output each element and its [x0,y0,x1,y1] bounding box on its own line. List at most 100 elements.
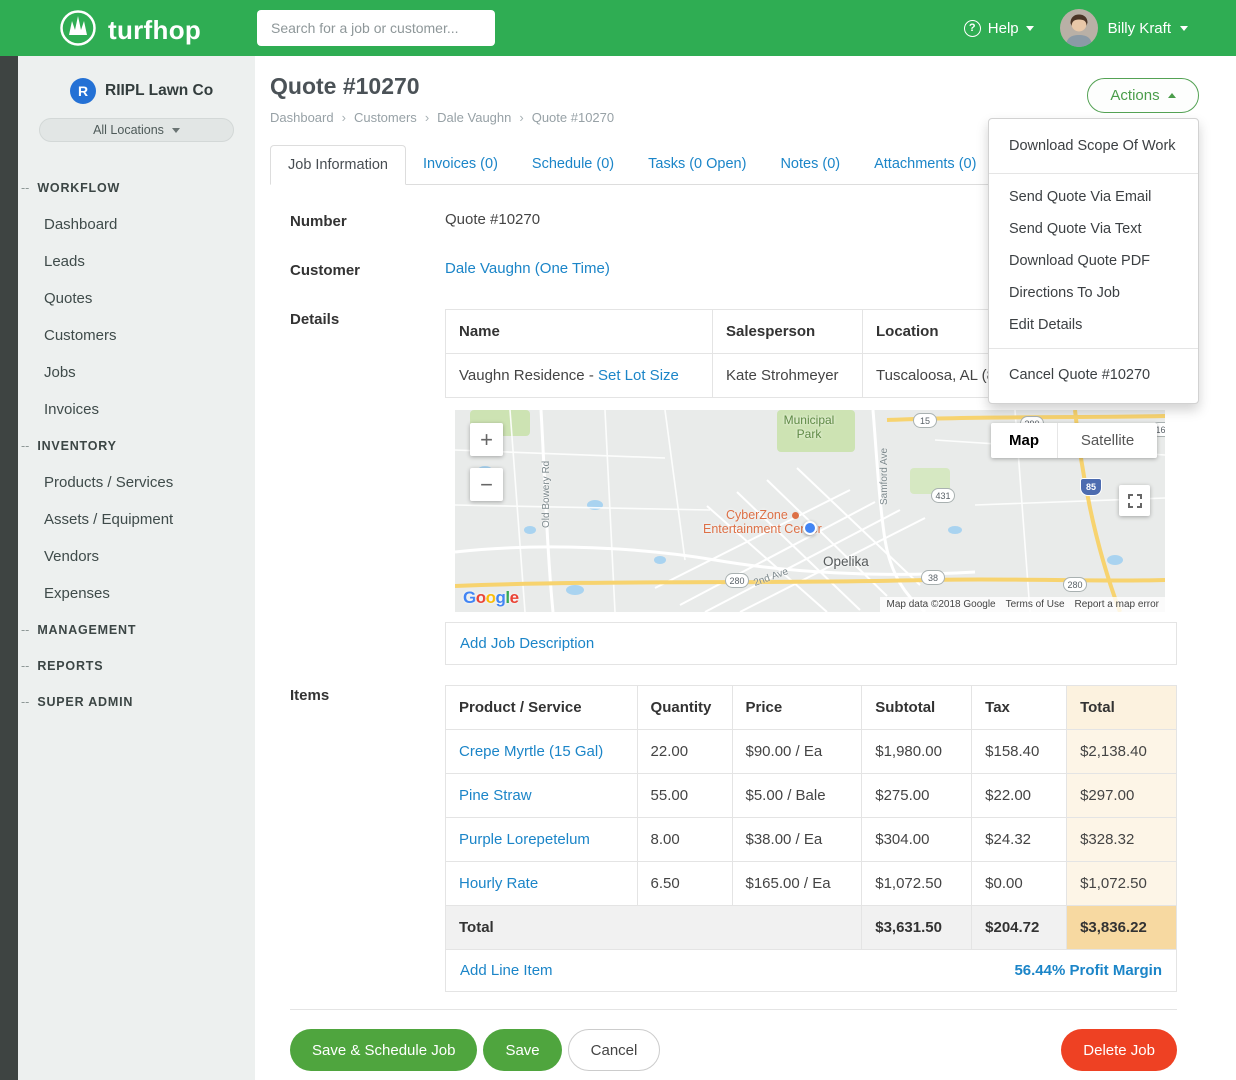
sidebar: R RIIPL Lawn Co All Locations WORKFLOW D… [0,56,255,1080]
caret-up-icon [1168,93,1176,98]
sidebar-item-quotes[interactable]: Quotes [0,280,255,317]
sidebar-nav: WORKFLOW Dashboard Leads Quotes Customer… [0,170,255,720]
main-content: Quote #10270 Dashboard Customers Dale Va… [255,56,1236,1080]
help-menu[interactable]: ? Help [964,20,1034,37]
sidebar-item-assets-equipment[interactable]: Assets / Equipment [0,501,255,538]
menu-item-download-quote-pdf[interactable]: Download Quote PDF [989,245,1198,277]
user-menu[interactable]: Billy Kraft [1108,20,1188,37]
tab-job-information[interactable]: Job Information [270,145,406,185]
save-schedule-job-button[interactable]: Save & Schedule Job [290,1029,477,1071]
save-button[interactable]: Save [483,1029,561,1071]
satellite-view-button[interactable]: Satellite [1057,423,1157,458]
total-subtotal-cell: $3,631.50 [862,906,972,950]
sidebar-item-customers[interactable]: Customers [0,317,255,354]
items-header-quantity: Quantity [637,686,732,730]
map-widget: Municipal Park CyberZone Entertainment C… [455,410,1165,612]
add-job-description-link[interactable]: Add Job Description [460,635,594,652]
map-location-marker[interactable] [803,521,817,535]
breadcrumb-dashboard[interactable]: Dashboard [270,110,334,125]
locations-selector[interactable]: All Locations [39,118,234,142]
sidebar-section-management[interactable]: MANAGEMENT [0,612,255,648]
tab-tasks[interactable]: Tasks (0 Open) [631,145,763,185]
sidebar-section-workflow[interactable]: WORKFLOW [0,170,255,206]
product-link[interactable]: Hourly Rate [459,875,538,892]
menu-item-send-quote-email[interactable]: Send Quote Via Email [989,181,1198,213]
price-cell: $5.00 / Bale [732,774,862,818]
report-map-error-link[interactable]: Report a map error [1075,599,1159,610]
route-shield-38: 38 [921,570,945,585]
items-header-tax: Tax [972,686,1067,730]
product-link[interactable]: Pine Straw [459,787,532,804]
sidebar-item-dashboard[interactable]: Dashboard [0,206,255,243]
items-total-row: Total $3,631.50 $204.72 $3,836.22 [446,906,1177,950]
tax-cell: $158.40 [972,730,1067,774]
poi-dot-icon [792,512,799,519]
sidebar-dark-strip [0,56,18,1080]
sidebar-item-vendors[interactable]: Vendors [0,538,255,575]
tax-cell: $0.00 [972,862,1067,906]
map-fullscreen-button[interactable] [1119,485,1150,516]
sidebar-item-invoices[interactable]: Invoices [0,391,255,428]
map-type-toggle: Map Satellite [991,423,1157,458]
map-attribution: Map data ©2018 Google Terms of Use Repor… [880,597,1165,612]
subtotal-cell: $1,072.50 [862,862,972,906]
items-header-total: Total [1067,686,1177,730]
sidebar-item-jobs[interactable]: Jobs [0,354,255,391]
brand-logo[interactable]: turfhop [58,8,201,53]
footer-button-bar: Save & Schedule Job Save Cancel Delete J… [290,1029,1177,1071]
property-name-cell: Vaughn Residence - Set Lot Size [446,354,713,398]
google-logo[interactable]: Google [463,588,519,608]
map-view-button[interactable]: Map [991,423,1057,458]
menu-item-edit-details[interactable]: Edit Details [989,309,1198,341]
items-header-subtotal: Subtotal [862,686,972,730]
menu-item-directions-to-job[interactable]: Directions To Job [989,277,1198,309]
cancel-button[interactable]: Cancel [568,1029,661,1071]
actions-button[interactable]: Actions [1087,78,1199,113]
sidebar-item-leads[interactable]: Leads [0,243,255,280]
menu-item-cancel-quote[interactable]: Cancel Quote #10270 [989,356,1198,395]
price-cell: $165.00 / Ea [732,862,862,906]
search-input[interactable] [257,10,495,46]
sidebar-item-expenses[interactable]: Expenses [0,575,255,612]
company-row[interactable]: R RIIPL Lawn Co [70,78,255,104]
sidebar-section-super-admin[interactable]: SUPER ADMIN [0,684,255,720]
menu-item-download-scope-of-work[interactable]: Download Scope Of Work [989,127,1198,166]
customer-type-link[interactable]: (One Time) [535,260,610,277]
locations-label: All Locations [93,123,164,137]
number-label: Number [290,211,445,230]
product-link[interactable]: Crepe Myrtle (15 Gal) [459,743,603,760]
items-table: Product / Service Quantity Price Subtota… [445,685,1177,950]
total-cell: $328.32 [1067,818,1177,862]
delete-job-button[interactable]: Delete Job [1061,1029,1177,1071]
terms-of-use-link[interactable]: Terms of Use [1006,599,1065,610]
breadcrumb-dale-vaughn[interactable]: Dale Vaughn [425,110,512,125]
page-header: Quote #10270 Dashboard Customers Dale Va… [255,56,1236,125]
help-icon: ? [964,20,981,37]
items-header-price: Price [732,686,862,730]
qty-cell: 55.00 [637,774,732,818]
add-line-item-link[interactable]: Add Line Item [460,962,553,979]
tab-attachments[interactable]: Attachments (0) [857,145,993,185]
tab-schedule[interactable]: Schedule (0) [515,145,631,185]
tab-notes[interactable]: Notes (0) [763,145,857,185]
set-lot-size-link[interactable]: Set Lot Size [598,367,679,384]
price-cell: $38.00 / Ea [732,818,862,862]
map-data-copyright: Map data ©2018 Google [886,599,995,610]
product-link[interactable]: Purple Lorepetelum [459,831,590,848]
menu-item-send-quote-text[interactable]: Send Quote Via Text [989,213,1198,245]
breadcrumb-customers[interactable]: Customers [342,110,417,125]
tab-invoices[interactable]: Invoices (0) [406,145,515,185]
map-zoom-in-button[interactable]: + [470,423,503,456]
items-footer: Add Line Item 56.44% Profit Margin [445,950,1177,992]
sidebar-item-products-services[interactable]: Products / Services [0,464,255,501]
sidebar-section-inventory[interactable]: INVENTORY [0,428,255,464]
customer-link[interactable]: Dale Vaughn [445,260,531,277]
items-header-product: Product / Service [446,686,638,730]
route-shield-431: 431 [931,488,955,503]
sidebar-section-reports[interactable]: REPORTS [0,648,255,684]
total-tax-cell: $204.72 [972,906,1067,950]
avatar[interactable] [1060,9,1098,47]
map-label-opelika: Opelika [823,554,869,570]
total-label-cell: Total [446,906,862,950]
map-zoom-out-button[interactable]: − [470,468,503,501]
